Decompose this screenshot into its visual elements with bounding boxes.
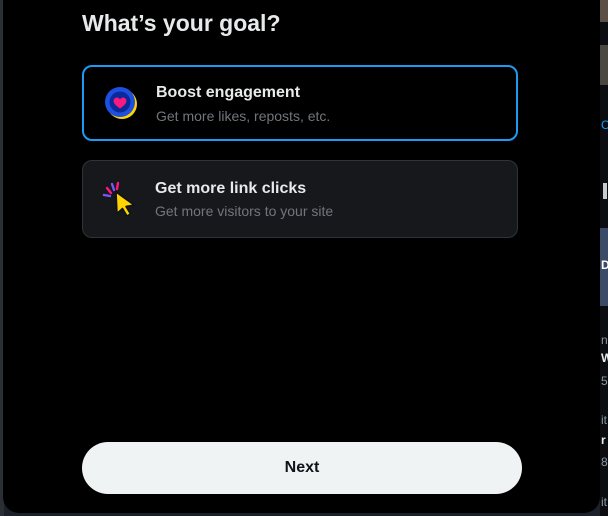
option-link-clicks[interactable]: Get more link clicks Get more visitors t… — [82, 160, 518, 238]
background-text-fragment: D — [601, 258, 608, 272]
background-text-fragment: W — [601, 351, 608, 365]
background-text-fragment: r — [601, 433, 606, 447]
heart-badge-icon — [102, 84, 140, 122]
goal-dialog: What’s your goal? Boost engagement Get m… — [3, 0, 600, 513]
background-text-fragment: 8 — [601, 455, 608, 469]
next-button[interactable]: Next — [82, 442, 522, 494]
option-label: Boost engagement — [156, 84, 301, 101]
background-text-fragment: it — [601, 495, 607, 509]
background-image-fragment — [600, 45, 608, 85]
background-text-fragment: n — [601, 333, 608, 347]
background-timeline-strip: C D n W 5 it r 8 it — [600, 0, 608, 516]
background-text-fragment: 5 — [601, 374, 608, 388]
background-text-fragment — [603, 183, 607, 199]
option-description: Get more visitors to your site — [155, 203, 334, 219]
option-label: Get more link clicks — [155, 180, 307, 197]
background-text-fragment: it — [601, 413, 607, 427]
cursor-click-icon — [101, 180, 139, 218]
background-text-fragment: C — [601, 118, 608, 132]
dialog-title: What’s your goal? — [82, 10, 281, 36]
background-image-fragment — [600, 0, 608, 22]
option-boost-engagement[interactable]: Boost engagement Get more likes, reposts… — [82, 65, 518, 141]
option-description: Get more likes, reposts, etc. — [156, 108, 331, 124]
